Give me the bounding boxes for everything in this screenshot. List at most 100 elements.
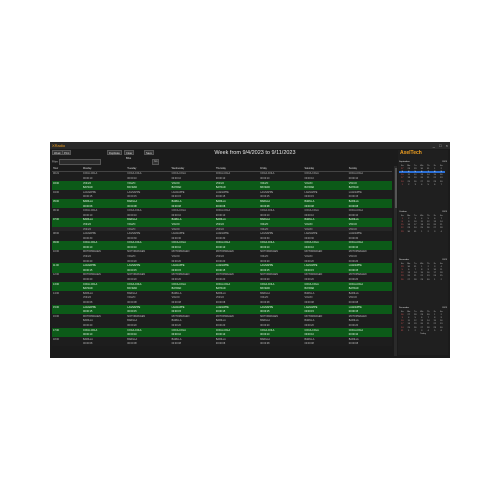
schedule-cell[interactable]: 00:00:15 [303, 269, 347, 272]
schedule-cell[interactable]: COCA-COLA [82, 329, 126, 332]
schedule-cell[interactable]: VOLVO [215, 255, 259, 258]
column-header[interactable]: Tuesday [126, 167, 170, 170]
scrollbar-thumb[interactable] [394, 168, 397, 208]
schedule-cell[interactable]: BARILLA [348, 200, 392, 203]
column-header[interactable]: Saturday [303, 167, 347, 170]
schedule-cell[interactable]: COCA-COLA [348, 241, 392, 244]
schedule-cell[interactable]: 00:00:20 [348, 260, 392, 263]
schedule-cell[interactable]: BARILLA [82, 218, 126, 221]
schedule-cell[interactable]: BARILLA [215, 319, 259, 322]
schedule-cell[interactable]: MOTORWAGEN [171, 315, 215, 318]
schedule-cell[interactable]: VOLVO [259, 223, 303, 226]
calendar-day[interactable]: 4 [438, 231, 445, 233]
schedule-cell[interactable]: 00:00:08 [303, 342, 347, 345]
schedule-cell[interactable]: 00:00:15 [303, 195, 347, 198]
calendar-year[interactable]: 2023 [442, 161, 447, 163]
schedule-cell[interactable]: BAYRAD [259, 287, 303, 290]
save-button[interactable]: Save [144, 150, 154, 155]
schedule-cell[interactable]: 00:00:08 [259, 301, 303, 304]
schedule-cell[interactable]: BARILLA [348, 292, 392, 295]
duplicate-button[interactable]: Duplicate [107, 150, 122, 155]
schedule-cell[interactable]: MOTORWAGEN [348, 250, 392, 253]
schedule-cell[interactable]: 00:00:10 [303, 246, 347, 249]
schedule-cell[interactable]: COCA-COLA [82, 209, 126, 212]
calendar-month[interactable]: October [399, 211, 407, 213]
schedule-cell[interactable]: 00:00:10 [82, 246, 126, 249]
schedule-cell[interactable]: BARILLA [215, 338, 259, 341]
schedule-cell[interactable]: COCA-COLA [171, 329, 215, 332]
schedule-cell[interactable]: 00:00:08 [259, 342, 303, 345]
schedule-cell[interactable]: COCA-COLA [82, 241, 126, 244]
schedule-cell[interactable]: 00:00:20 [82, 324, 126, 327]
schedule-cell[interactable]: BARILLA [259, 292, 303, 295]
week-button[interactable]: Week [52, 150, 63, 155]
column-header[interactable]: Thursday [215, 167, 259, 170]
schedule-cell[interactable]: COCA-COLA [348, 172, 392, 175]
schedule-cell[interactable]: COCA-COLA [259, 329, 303, 332]
schedule-cell[interactable]: LAGNAPPE [215, 306, 259, 309]
schedule-cell[interactable]: 00:00:30 [126, 237, 170, 240]
schedule-cell[interactable]: MOTORWAGEN [171, 250, 215, 253]
column-header[interactable]: Hour [52, 167, 82, 170]
schedule-cell[interactable]: 00:00:10 [259, 246, 303, 249]
schedule-cell[interactable]: 00:00:15 [171, 269, 215, 272]
schedule-cell[interactable]: LAGNAPPE [259, 191, 303, 194]
schedule-cell[interactable]: BAYRAD [126, 287, 170, 290]
schedule-cell[interactable]: 00:00:08 [303, 301, 347, 304]
schedule-cell[interactable]: 00:00:15 [82, 310, 126, 313]
schedule-cell[interactable]: 00:00:30 [348, 237, 392, 240]
schedule-cell[interactable]: 00:00:20 [348, 278, 392, 281]
schedule-cell[interactable]: COCA-COLA [171, 172, 215, 175]
schedule-cell[interactable]: VOLVO [215, 296, 259, 299]
schedule-cell[interactable]: COCA-COLA [259, 209, 303, 212]
schedule-cell[interactable]: COCA-COLA [171, 283, 215, 286]
schedule-cell[interactable]: 00:00:10 [215, 333, 259, 336]
schedule-cell[interactable]: BAYRAD [348, 186, 392, 189]
schedule-cell[interactable]: BARILLA [126, 319, 170, 322]
schedule-cell[interactable]: BAYRAD [259, 186, 303, 189]
schedule-cell[interactable]: COCA-COLA [126, 172, 170, 175]
schedule-cell[interactable]: BARILLA [303, 218, 347, 221]
schedule-cell[interactable]: BARILLA [171, 338, 215, 341]
calendar-month[interactable]: September [399, 161, 410, 163]
grid-scrollbar[interactable] [394, 166, 397, 356]
schedule-cell[interactable]: VOLVO [303, 228, 347, 231]
schedule-cell[interactable]: LAGNAPPE [126, 264, 170, 267]
calendar-day[interactable]: 23 [438, 177, 445, 179]
schedule-cell[interactable]: BAYRAD [126, 186, 170, 189]
column-header[interactable]: Sunday [348, 167, 392, 170]
schedule-cell[interactable]: BARILLA [348, 338, 392, 341]
schedule-cell[interactable]: MOTORWAGEN [215, 250, 259, 253]
schedule-cell[interactable]: 00:00:30 [215, 237, 259, 240]
schedule-cell[interactable]: BAYRAD [303, 287, 347, 290]
schedule-cell[interactable]: 00:00:15 [82, 195, 126, 198]
schedule-cell[interactable]: VOLVO [259, 255, 303, 258]
schedule-cell[interactable]: LAGNAPPE [82, 264, 126, 267]
calendar-day[interactable]: 23 [438, 323, 445, 325]
schedule-cell[interactable]: 00:00:20 [82, 260, 126, 263]
schedule-cell[interactable]: 00:00:10 [126, 214, 170, 217]
schedule-cell[interactable]: 00:00:08 [303, 205, 347, 208]
schedule-cell[interactable]: VOLVO [171, 228, 215, 231]
schedule-cell[interactable]: 00:00:08 [126, 342, 170, 345]
schedule-cell[interactable]: BARILLA [303, 319, 347, 322]
schedule-cell[interactable]: COCA-COLA [215, 329, 259, 332]
calendar-day[interactable]: 21 [438, 224, 445, 226]
schedule-cell[interactable]: 00:00:20 [215, 260, 259, 263]
calendar-day[interactable]: 2 [438, 168, 445, 170]
schedule-cell[interactable]: BARILLA [215, 200, 259, 203]
schedule-cell[interactable]: 00:00:10 [171, 177, 215, 180]
calendar-year[interactable]: 2023 [442, 307, 447, 309]
schedule-cell[interactable]: VOLVO [303, 223, 347, 226]
schedule-cell[interactable]: 00:00:15 [348, 269, 392, 272]
schedule-cell[interactable]: 00:00:08 [126, 205, 170, 208]
schedule-cell[interactable]: LAGNAPPE [171, 232, 215, 235]
schedule-cell[interactable]: LAGNAPPE [82, 232, 126, 235]
schedule-cell[interactable]: BARILLA [303, 292, 347, 295]
minimize-icon[interactable]: _ [433, 143, 435, 148]
calendar-day[interactable]: 30 [438, 181, 445, 183]
schedule-cell[interactable]: BAYRAD [348, 287, 392, 290]
schedule-cell[interactable]: 00:00:10 [126, 333, 170, 336]
schedule-cell[interactable]: 00:00:08 [82, 301, 126, 304]
schedule-cell[interactable]: BARILLA [126, 338, 170, 341]
